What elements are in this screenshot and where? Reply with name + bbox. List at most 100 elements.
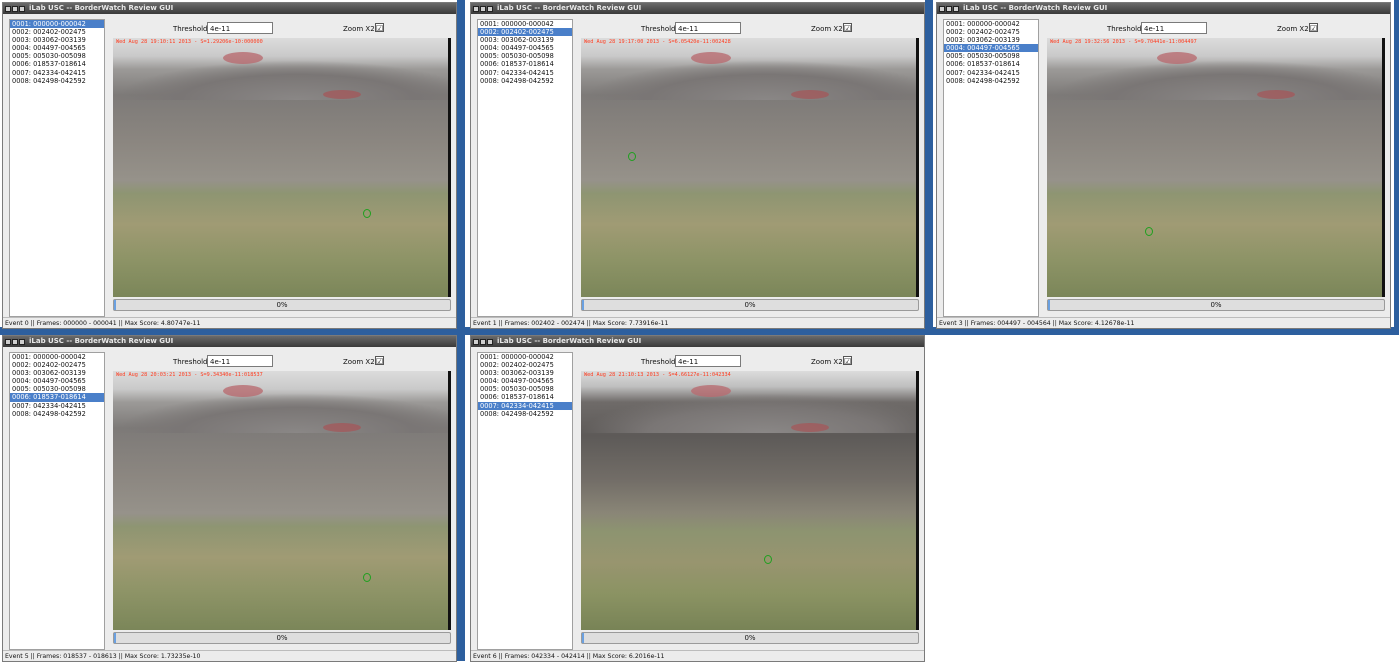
frame-timestamp: Wed Aug 28 19:17:00 2013 - S=6.05420e-11… bbox=[584, 39, 731, 45]
title-bar[interactable]: iLab USC -- BorderWatch Review GUI bbox=[937, 3, 1390, 14]
detection-marker bbox=[363, 573, 372, 583]
review-window: iLab USC -- BorderWatch Review GUI 0001:… bbox=[2, 335, 457, 662]
title-bar[interactable]: iLab USC -- BorderWatch Review GUI bbox=[3, 3, 456, 14]
event-list-item[interactable]: 0008: 042498-042592 bbox=[478, 77, 572, 85]
event-list[interactable]: 0001: 000000-000042 0002: 002402-002475 00… bbox=[9, 19, 105, 317]
event-list-item[interactable]: 0005: 005030-005098 bbox=[10, 385, 104, 393]
event-list-item[interactable]: 0005: 005030-005098 bbox=[478, 52, 572, 60]
event-list-item[interactable]: 0002: 002402-002475 bbox=[478, 361, 572, 369]
threshold-input[interactable]: 4e-11 bbox=[1141, 22, 1207, 34]
review-window: iLab USC -- BorderWatch Review GUI 0001:… bbox=[470, 2, 925, 329]
progress-text: 0% bbox=[744, 634, 756, 642]
title-bar[interactable]: iLab USC -- BorderWatch Review GUI bbox=[3, 336, 456, 347]
progress-bar: 0% bbox=[113, 299, 451, 311]
maximize-window-icon[interactable] bbox=[487, 338, 493, 345]
event-list-item[interactable]: 0001: 000000-000042 bbox=[10, 353, 104, 361]
event-list-item[interactable]: 0001: 000000-000042 bbox=[10, 20, 104, 29]
close-window-icon[interactable] bbox=[473, 5, 479, 12]
maximize-window-icon[interactable] bbox=[19, 338, 25, 345]
minimize-window-icon[interactable] bbox=[480, 5, 486, 12]
frame-timestamp: Wed Aug 28 20:03:21 2013 - S=9.34340e-11… bbox=[116, 372, 263, 378]
close-window-icon[interactable] bbox=[5, 338, 11, 345]
event-list[interactable]: 0001: 000000-000042 0002: 002402-002475 00… bbox=[477, 352, 573, 650]
event-list-item[interactable]: 0006: 018537-018614 bbox=[944, 60, 1038, 68]
progress-text: 0% bbox=[276, 634, 288, 642]
event-list-item[interactable]: 0006: 018537-018614 bbox=[10, 60, 104, 68]
event-list[interactable]: 0001: 000000-000042 0002: 002402-002475 00… bbox=[477, 19, 573, 317]
event-list-item[interactable]: 0004: 004497-004565 bbox=[478, 377, 572, 385]
event-list-item[interactable]: 0008: 042498-042592 bbox=[10, 410, 104, 418]
zoom-checkbox[interactable]: ☑ bbox=[843, 356, 852, 366]
event-list-item[interactable]: 0004: 004497-004565 bbox=[10, 44, 104, 52]
event-list-item[interactable]: 0005: 005030-005098 bbox=[10, 52, 104, 60]
rock-formation bbox=[323, 90, 361, 99]
detection-marker bbox=[628, 151, 637, 161]
minimize-window-icon[interactable] bbox=[12, 338, 18, 345]
event-list-item[interactable]: 0007: 042334-042415 bbox=[10, 402, 104, 410]
event-list-item[interactable]: 0008: 042498-042592 bbox=[944, 77, 1038, 85]
progress-text: 0% bbox=[276, 301, 288, 309]
threshold-input[interactable]: 4e-11 bbox=[675, 22, 741, 34]
event-list-item[interactable]: 0002: 002402-002475 bbox=[10, 28, 104, 36]
event-list-item[interactable]: 0003: 003062-003139 bbox=[944, 36, 1038, 44]
window-title: iLab USC -- BorderWatch Review GUI bbox=[29, 4, 174, 12]
threshold-input[interactable]: 4e-11 bbox=[675, 355, 741, 367]
window-title: iLab USC -- BorderWatch Review GUI bbox=[29, 337, 174, 345]
event-list-item[interactable]: 0006: 018537-018614 bbox=[478, 60, 572, 68]
maximize-window-icon[interactable] bbox=[19, 5, 25, 12]
title-bar[interactable]: iLab USC -- BorderWatch Review GUI bbox=[471, 336, 924, 347]
maximize-window-icon[interactable] bbox=[487, 5, 493, 12]
event-list-item[interactable]: 0008: 042498-042592 bbox=[10, 77, 104, 85]
event-list-item[interactable]: 0002: 002402-002475 bbox=[478, 28, 572, 37]
rock-formation bbox=[791, 90, 829, 99]
title-bar[interactable]: iLab USC -- BorderWatch Review GUI bbox=[471, 3, 924, 14]
minimize-window-icon[interactable] bbox=[480, 338, 486, 345]
video-frame: Wed Aug 28 19:10:11 2013 - S=1.29206e-10… bbox=[113, 38, 451, 297]
event-list-item[interactable]: 0002: 002402-002475 bbox=[944, 28, 1038, 36]
maximize-window-icon[interactable] bbox=[953, 5, 959, 12]
event-list-item[interactable]: 0008: 042498-042592 bbox=[478, 410, 572, 418]
close-window-icon[interactable] bbox=[939, 5, 945, 12]
zoom-checkbox[interactable]: ☑ bbox=[843, 23, 852, 33]
close-window-icon[interactable] bbox=[5, 5, 11, 12]
event-list-item[interactable]: 0001: 000000-000042 bbox=[944, 20, 1038, 28]
review-window: iLab USC -- BorderWatch Review GUI 0001:… bbox=[936, 2, 1391, 329]
event-list-item[interactable]: 0002: 002402-002475 bbox=[10, 361, 104, 369]
event-list-item[interactable]: 0001: 000000-000042 bbox=[478, 353, 572, 361]
desktop-background bbox=[1394, 0, 1399, 335]
event-list-item[interactable]: 0003: 003062-003139 bbox=[478, 369, 572, 377]
event-list-item[interactable]: 0004: 004497-004565 bbox=[10, 377, 104, 385]
event-list-item[interactable]: 0004: 004497-004565 bbox=[944, 44, 1038, 53]
event-list-item[interactable]: 0003: 003062-003139 bbox=[10, 369, 104, 377]
rock-formation bbox=[1257, 90, 1295, 99]
minimize-window-icon[interactable] bbox=[12, 5, 18, 12]
close-window-icon[interactable] bbox=[473, 338, 479, 345]
threshold-input[interactable]: 4e-11 bbox=[207, 355, 273, 367]
event-list-item[interactable]: 0006: 018537-018614 bbox=[10, 393, 104, 402]
event-list-item[interactable]: 0001: 000000-000042 bbox=[478, 20, 572, 28]
review-window: iLab USC -- BorderWatch Review GUI 0001:… bbox=[2, 2, 457, 329]
event-list-item[interactable]: 0003: 003062-003139 bbox=[10, 36, 104, 44]
event-list-item[interactable]: 0003: 003062-003139 bbox=[478, 36, 572, 44]
event-list-item[interactable]: 0007: 042334-042415 bbox=[944, 69, 1038, 77]
progress-bar: 0% bbox=[113, 632, 451, 644]
threshold-input[interactable]: 4e-11 bbox=[207, 22, 273, 34]
event-list-item[interactable]: 0004: 004497-004565 bbox=[478, 44, 572, 52]
zoom-checkbox[interactable]: ☑ bbox=[375, 23, 384, 33]
zoom-checkbox[interactable]: ☑ bbox=[1309, 23, 1318, 33]
video-frame: Wed Aug 28 20:03:21 2013 - S=9.34340e-11… bbox=[113, 371, 451, 630]
detection-marker bbox=[763, 554, 772, 564]
event-list-item[interactable]: 0006: 018537-018614 bbox=[478, 393, 572, 401]
event-list[interactable]: 0001: 000000-000042 0002: 002402-002475 00… bbox=[9, 352, 105, 650]
minimize-window-icon[interactable] bbox=[946, 5, 952, 12]
zoom-checkbox[interactable]: ☑ bbox=[375, 356, 384, 366]
event-list-item[interactable]: 0007: 042334-042415 bbox=[478, 69, 572, 77]
zoom-label: Zoom X2: bbox=[343, 358, 378, 366]
event-list-item[interactable]: 0007: 042334-042415 bbox=[478, 401, 572, 410]
event-list-item[interactable]: 0007: 042334-042415 bbox=[10, 69, 104, 77]
event-list-item[interactable]: 0005: 005030-005098 bbox=[478, 385, 572, 393]
zoom-label: Zoom X2: bbox=[811, 358, 846, 366]
event-list-item[interactable]: 0005: 005030-005098 bbox=[944, 52, 1038, 60]
rock-formation bbox=[1157, 52, 1197, 64]
event-list[interactable]: 0001: 000000-000042 0002: 002402-002475 00… bbox=[943, 19, 1039, 317]
